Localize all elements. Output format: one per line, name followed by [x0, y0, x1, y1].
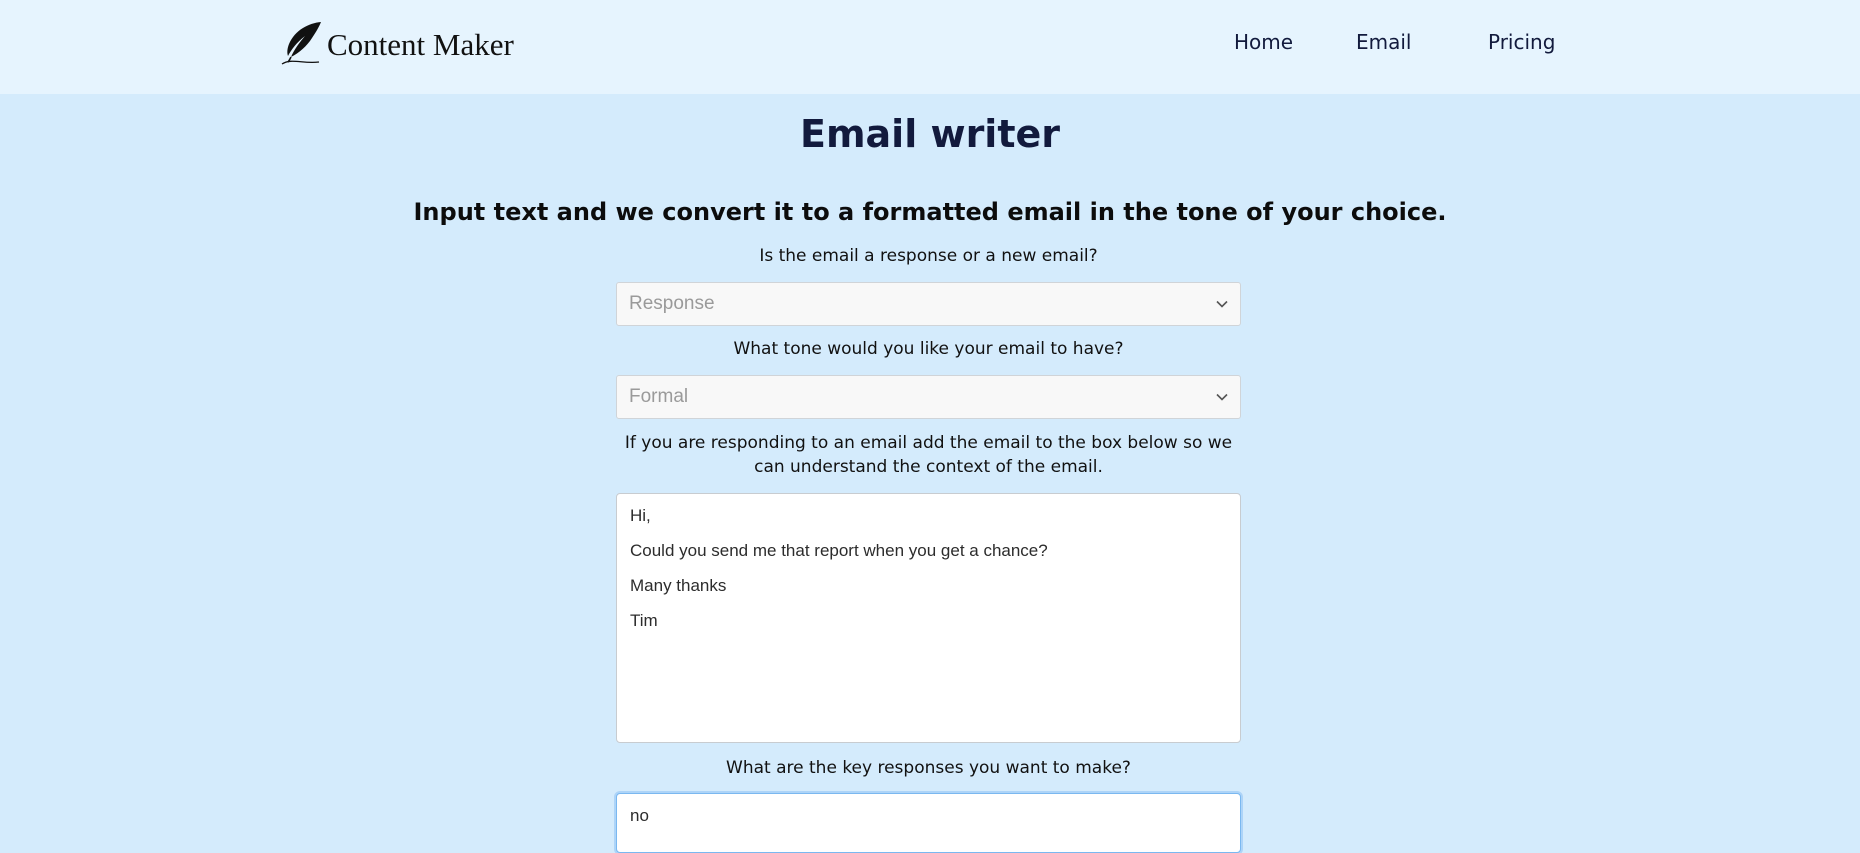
chevron-down-icon	[1216, 393, 1228, 401]
tone-select[interactable]: Formal	[616, 375, 1241, 419]
site-header: Content Maker Home Email Pricing	[0, 0, 1860, 94]
context-email-textarea[interactable]: Hi, Could you send me that report when y…	[616, 493, 1241, 743]
key-responses-value: no	[630, 806, 649, 825]
key-responses-label: What are the key responses you want to m…	[726, 758, 1131, 778]
email-type-selected-value: Response	[629, 293, 715, 314]
nav-pricing-link[interactable]: Pricing	[1488, 30, 1555, 54]
brand-logo-link[interactable]: Content Maker	[281, 18, 514, 68]
quill-feather-icon	[281, 22, 321, 65]
tone-selected-value: Formal	[629, 386, 689, 407]
email-type-label: Is the email a response or a new email?	[759, 246, 1098, 266]
key-responses-textarea[interactable]: no	[616, 793, 1241, 853]
context-line: Hi,	[630, 506, 651, 525]
context-label: If you are responding to an email add th…	[624, 433, 1233, 477]
page-subtitle: Input text and we convert it to a format…	[413, 198, 1447, 226]
email-type-select[interactable]: Response	[616, 282, 1241, 326]
context-line: Could you send me that report when you g…	[630, 541, 1048, 560]
page-title: Email writer	[799, 112, 1061, 156]
chevron-down-icon	[1216, 300, 1228, 308]
context-line: Many thanks	[630, 576, 727, 595]
context-line: Tim	[630, 611, 658, 630]
nav-email-link[interactable]: Email	[1356, 30, 1412, 54]
tone-label: What tone would you like your email to h…	[733, 339, 1124, 359]
brand-name: Content Maker	[327, 27, 514, 62]
nav-home-link[interactable]: Home	[1234, 30, 1293, 54]
